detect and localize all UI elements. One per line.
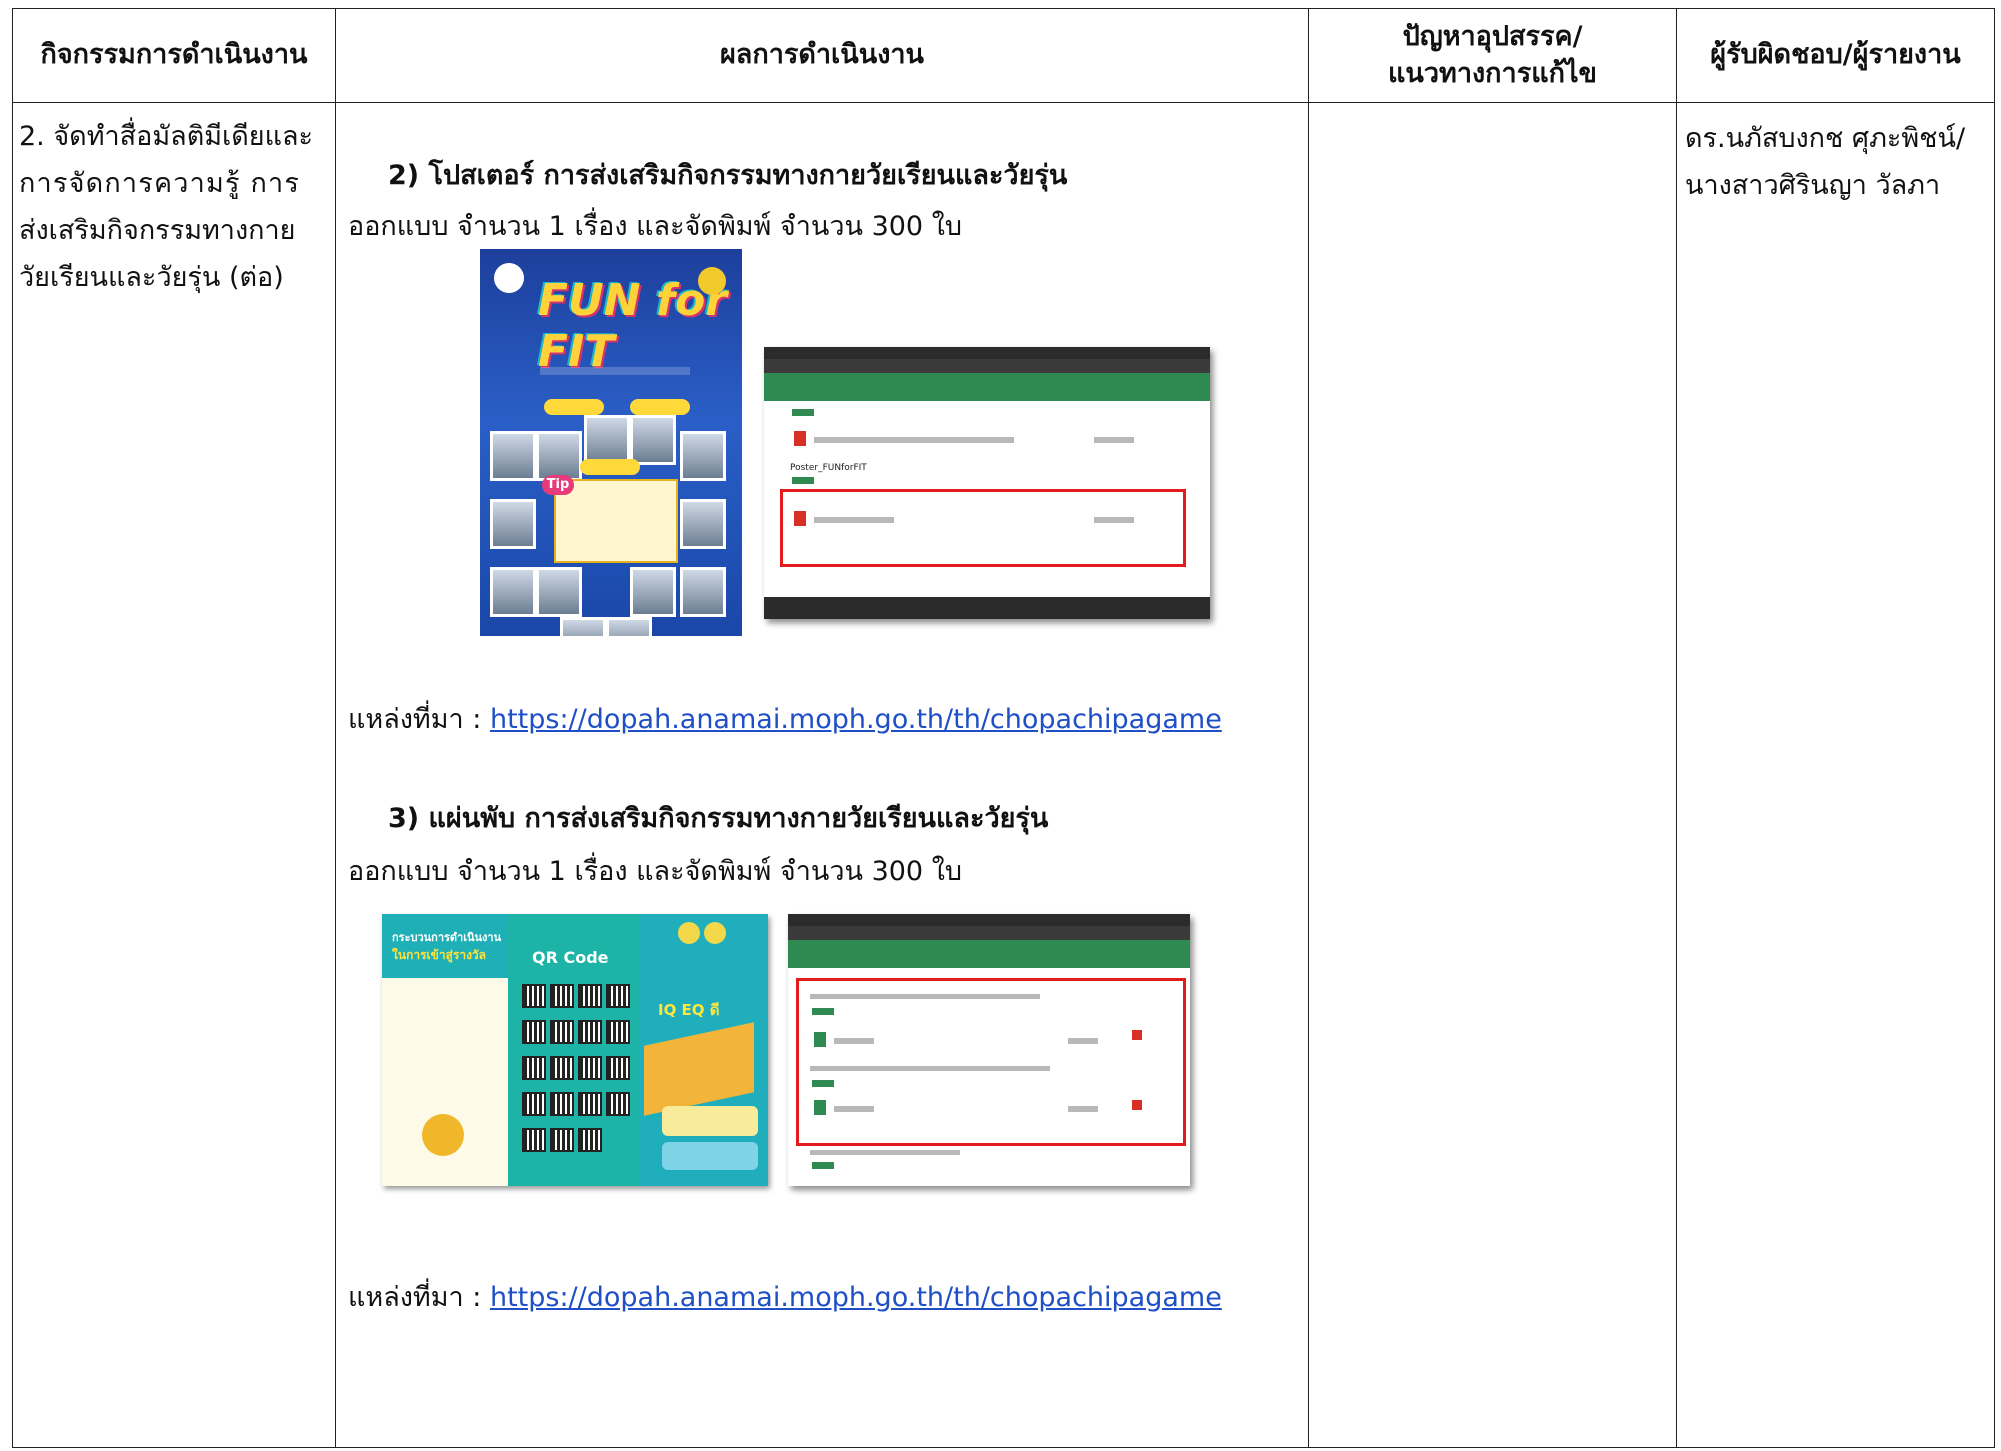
problem-cell (1308, 102, 1677, 1448)
content-row: 2. จัดทำสื่อมัลติมีเดียและ การจัดการความ… (12, 102, 1995, 1448)
source-link[interactable]: https://dopah.anamai.moph.go.th/th/chopa… (490, 1282, 1222, 1313)
site-nav-bar (788, 940, 1190, 968)
header-problem-line1: ปัญหาอุปสรรค/ (1402, 21, 1583, 53)
ministry-logo (494, 263, 524, 293)
header-owner: ผู้รับผิดชอบ/ผู้รายงาน (1676, 8, 1995, 103)
activity-line: วัยเรียนและวัยรุ่น (ต่อ) (19, 262, 284, 293)
source-line: แหล่งที่มา : https://dopah.anamai.moph.g… (348, 1275, 1222, 1318)
owner-line: นางสาวศิรินญา วัลภา (1685, 170, 1941, 201)
tip-label: Tip (542, 475, 574, 495)
activity-line: 2. จัดทำสื่อมัลติมีเดียและ (19, 121, 314, 152)
header-problem-line2: แนวทางการแก้ไข (1388, 57, 1597, 89)
leaflet-image: กระบวนการดำเนินงาน ในการเข้าสู่รางวัล QR… (382, 914, 768, 1186)
item-detail: ออกแบบ จำนวน 1 เรื่อง และจัดพิมพ์ จำนวน … (348, 211, 963, 242)
header-problem: ปัญหาอุปสรรค/ แนวทางการแก้ไข (1308, 8, 1677, 103)
highlight-box (796, 978, 1186, 1146)
leaflet-iq-eq: IQ EQ ดี (658, 1001, 720, 1019)
mascot-logo (698, 267, 726, 295)
header-result: ผลการดำเนินงาน (335, 8, 1309, 103)
result-cell: 2) โปสเตอร์ การส่งเสริมกิจกรรมทางกายวัยเ… (335, 102, 1309, 1448)
item-heading: 3) แผ่นพับ การส่งเสริมกิจกรรมทางกายวัยเร… (388, 803, 1049, 834)
poster-image: FUN for FIT Tip (480, 249, 742, 636)
report-table: กิจกรรมการดำเนินงาน ผลการดำเนินงาน ปัญหา… (12, 8, 1995, 1448)
header-activity: กิจกรรมการดำเนินงาน (12, 8, 336, 103)
highlight-box (780, 489, 1186, 567)
activity-cell: 2. จัดทำสื่อมัลติมีเดียและ การจัดการความ… (12, 102, 336, 1448)
leaflet-left-title-2: ในการเข้าสู่รางวัล (392, 948, 487, 962)
poster-subtitle-bar (540, 367, 690, 375)
item-detail: ออกแบบ จำนวน 1 เรื่อง และจัดพิมพ์ จำนวน … (348, 856, 963, 887)
leaflet-qr-title: QR Code (532, 948, 609, 967)
source-line: แหล่งที่มา : https://dopah.anamai.moph.g… (348, 697, 1222, 740)
activity-line: ส่งเสริมกิจกรรมทางกาย (19, 215, 296, 246)
header-row: กิจกรรมการดำเนินงาน ผลการดำเนินงาน ปัญหา… (12, 8, 1995, 103)
site-nav-bar (764, 373, 1210, 401)
source-label: แหล่งที่มา : (348, 704, 490, 735)
source-label: แหล่งที่มา : (348, 1282, 490, 1313)
activity-line: การจัดการความรู้ การ (19, 168, 301, 199)
website-screenshot: Poster_FUNforFIT (764, 347, 1210, 619)
owner-line: ดร.นภัสบงกช ศุภะพิชน์/ (1685, 123, 1966, 154)
owner-cell: ดร.นภัสบงกช ศุภะพิชน์/ นางสาวศิรินญา วัล… (1676, 102, 1995, 1448)
website-screenshot-2 (788, 914, 1190, 1186)
tip-box (554, 479, 678, 563)
leaflet-left-title-1: กระบวนการดำเนินงาน (392, 931, 502, 944)
file-group-label: Poster_FUNforFIT (790, 463, 867, 473)
source-link[interactable]: https://dopah.anamai.moph.go.th/th/chopa… (490, 704, 1222, 735)
item-heading: 2) โปสเตอร์ การส่งเสริมกิจกรรมทางกายวัยเ… (388, 160, 1068, 191)
